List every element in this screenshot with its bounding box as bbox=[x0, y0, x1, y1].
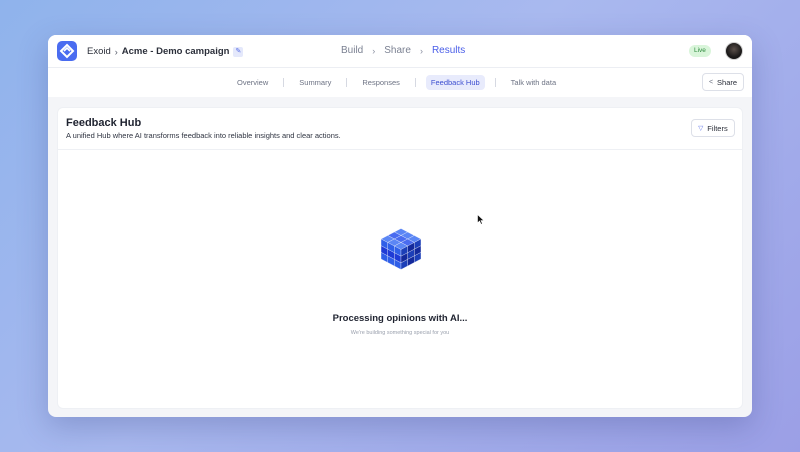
tab-divider bbox=[414, 78, 416, 87]
share-button[interactable]: < Share bbox=[702, 73, 744, 91]
tab-summary[interactable]: Summary bbox=[294, 75, 336, 90]
top-bar: Exoid › Acme - Demo campaign ✎ Build › S… bbox=[48, 35, 752, 68]
workflow-steps: Build › Share › Results bbox=[341, 45, 465, 56]
step-build[interactable]: Build bbox=[341, 45, 363, 56]
app-window: Exoid › Acme - Demo campaign ✎ Build › S… bbox=[48, 35, 752, 417]
step-share[interactable]: Share bbox=[384, 45, 411, 56]
edit-icon[interactable]: ✎ bbox=[233, 46, 244, 57]
breadcrumb-app[interactable]: Exoid bbox=[87, 46, 111, 57]
share-button-label: Share bbox=[717, 77, 738, 87]
avatar[interactable] bbox=[725, 42, 743, 60]
breadcrumb-separator: › bbox=[114, 46, 118, 57]
step-results[interactable]: Results bbox=[432, 45, 465, 56]
tab-divider bbox=[494, 78, 496, 87]
tab-divider bbox=[346, 78, 348, 87]
tab-responses[interactable]: Responses bbox=[357, 75, 405, 90]
status-badge: Live bbox=[689, 45, 711, 57]
filters-button[interactable]: ▽ Filters bbox=[691, 119, 735, 137]
tabs-row: Overview Summary Responses Feedback Hub … bbox=[48, 68, 752, 97]
tab-overview[interactable]: Overview bbox=[232, 75, 273, 90]
tab-divider bbox=[283, 78, 285, 87]
chevron-right-icon: › bbox=[372, 45, 376, 56]
tab-feedback-hub[interactable]: Feedback Hub bbox=[425, 75, 485, 90]
card-header: Feedback Hub A unified Hub where AI tran… bbox=[58, 108, 742, 150]
share-icon: < bbox=[708, 78, 714, 86]
breadcrumb: Exoid › Acme - Demo campaign ✎ bbox=[87, 46, 244, 57]
exoid-logo-icon[interactable] bbox=[57, 41, 77, 61]
breadcrumb-campaign[interactable]: Acme - Demo campaign bbox=[122, 46, 230, 57]
filter-icon: ▽ bbox=[698, 125, 704, 132]
processing-title: Processing opinions with AI... bbox=[332, 313, 468, 324]
filters-button-label: Filters bbox=[707, 123, 728, 133]
page-subtitle: A unified Hub where AI transforms feedba… bbox=[66, 131, 341, 140]
result-tabs: Overview Summary Responses Feedback Hub … bbox=[232, 75, 561, 90]
feedback-hub-card: Feedback Hub A unified Hub where AI tran… bbox=[57, 107, 743, 409]
tab-talk-with-data[interactable]: Talk with data bbox=[506, 75, 561, 90]
processing-subtitle: We're building something special for you bbox=[350, 330, 450, 336]
cube-loader-icon bbox=[380, 228, 422, 270]
chevron-right-icon: › bbox=[419, 45, 423, 56]
page-title: Feedback Hub bbox=[66, 117, 142, 129]
mouse-pointer-icon bbox=[477, 214, 485, 225]
